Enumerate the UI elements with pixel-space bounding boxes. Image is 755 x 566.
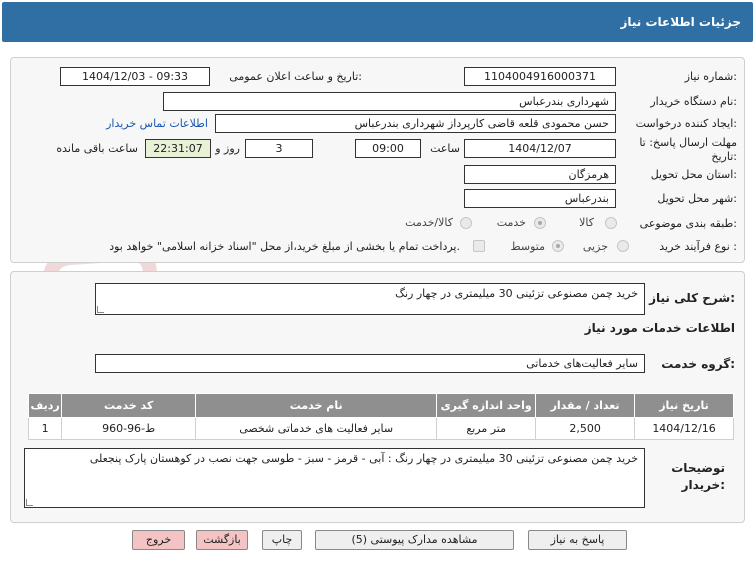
buyer-org-field: شهرداری بندرعباس (163, 92, 616, 111)
reply-button[interactable]: پاسخ به نیاز (528, 530, 627, 550)
days-label: روز و (215, 142, 240, 155)
table-header-row: ردیف کد خدمت نام خدمت واحد اندازه گیری ت… (27, 393, 734, 418)
category-service-radio[interactable] (534, 217, 546, 229)
creator-label: ایجاد کننده درخواست: (635, 117, 737, 130)
service-group-label: گروه خدمت: (661, 357, 735, 371)
page-title: جزئیات اطلاعات نیاز (620, 15, 741, 29)
col-date-header: تاریخ نیاز (634, 393, 734, 418)
process-medium-radio[interactable] (552, 240, 564, 252)
exit-button[interactable]: خروج (132, 530, 185, 550)
need-number-label: شماره نیاز: (684, 70, 737, 83)
service-group-field: سایر فعالیت‌های خدماتی (95, 354, 645, 373)
buyer-org-label: نام دستگاه خریدار: (650, 95, 737, 108)
payment-note: پرداخت تمام یا بخشی از مبلغ خرید،از محل … (109, 240, 460, 253)
category-label: طبقه بندی موضوعی: (639, 217, 737, 230)
process-medium-label: متوسط (510, 240, 545, 253)
time-label: ساعت (430, 142, 460, 155)
process-minor-label: جزیی (582, 240, 608, 253)
notes-field: خرید چمن مصنوعی تزئینی 30 میلیمتری در چه… (24, 448, 645, 508)
col-row-header: ردیف (27, 393, 63, 418)
province-field: هرمزگان (464, 165, 616, 184)
notes-resize-handle (26, 499, 33, 506)
remaining-label: ساعت باقی مانده (56, 142, 138, 155)
deadline-label: مهلت ارسال پاسخ: تا تاریخ: (639, 136, 737, 163)
city-field: بندرعباس (464, 189, 616, 208)
attachments-button[interactable]: مشاهده مدارک پیوستی (5) (315, 530, 514, 550)
services-section-title: اطلاعات خدمات مورد نیاز (584, 321, 735, 335)
category-goods-radio[interactable] (605, 217, 617, 229)
cell-qty: 2,500 (535, 417, 636, 440)
cell-row: 1 (27, 417, 63, 440)
need-number-field: 1104004916000371 (464, 67, 616, 86)
cell-code: ط-96-960 (61, 417, 197, 440)
announce-field: 1404/12/03 - 09:33 (60, 67, 210, 86)
col-unit-header: واحد اندازه گیری (436, 393, 537, 418)
process-label: نوع فرآیند خرید : (659, 240, 737, 253)
contact-buyer-link[interactable]: اطلاعات تماس خریدار (106, 117, 208, 130)
category-goods-service-radio[interactable] (460, 217, 472, 229)
col-name-header: نام خدمت (195, 393, 438, 418)
summary-field: خرید چمن مصنوعی تزئینی 30 میلیمتری در چه… (95, 283, 645, 315)
print-button[interactable]: چاپ (262, 530, 302, 550)
category-goods-label: کالا (579, 216, 594, 229)
summary-resize-handle (97, 306, 104, 313)
cell-unit: متر مربع (436, 417, 537, 440)
cell-name: سایر فعالیت های خدماتی شخصی (195, 417, 438, 440)
remaining-time-field: 22:31:07 (145, 139, 211, 158)
treasury-payment-checkbox[interactable] (473, 240, 485, 252)
days-count-field: 3 (245, 139, 313, 158)
col-qty-header: تعداد / مقدار (535, 393, 636, 418)
summary-label: شرح کلی نیاز: (649, 291, 735, 305)
creator-field: حسن محمودی قلعه قاضی کارپرداز شهرداری بن… (215, 114, 616, 133)
province-label: استان محل تحویل: (650, 168, 737, 181)
process-minor-radio[interactable] (617, 240, 629, 252)
notes-label-line2: خریدار: (681, 478, 725, 492)
table-row: 1 ط-96-960 سایر فعالیت های خدماتی شخصی م… (27, 417, 734, 440)
services-table: ردیف کد خدمت نام خدمت واحد اندازه گیری ت… (27, 393, 734, 440)
page-header: جزئیات اطلاعات نیاز (2, 2, 753, 42)
cell-date: 1404/12/16 (634, 417, 734, 440)
city-label: شهر محل تحویل: (657, 192, 737, 205)
deadline-date-field: 1404/12/07 (464, 139, 616, 158)
category-service-label: خدمت (496, 216, 526, 229)
category-goods-service-label: کالا/خدمت (405, 216, 453, 229)
back-button[interactable]: بازگشت (196, 530, 248, 550)
col-code-header: کد خدمت (61, 393, 197, 418)
notes-label-line1: توضیحات (671, 461, 725, 475)
deadline-time-field: 09:00 (355, 139, 421, 158)
announce-label: تاریخ و ساعت اعلان عمومی: (229, 70, 362, 83)
